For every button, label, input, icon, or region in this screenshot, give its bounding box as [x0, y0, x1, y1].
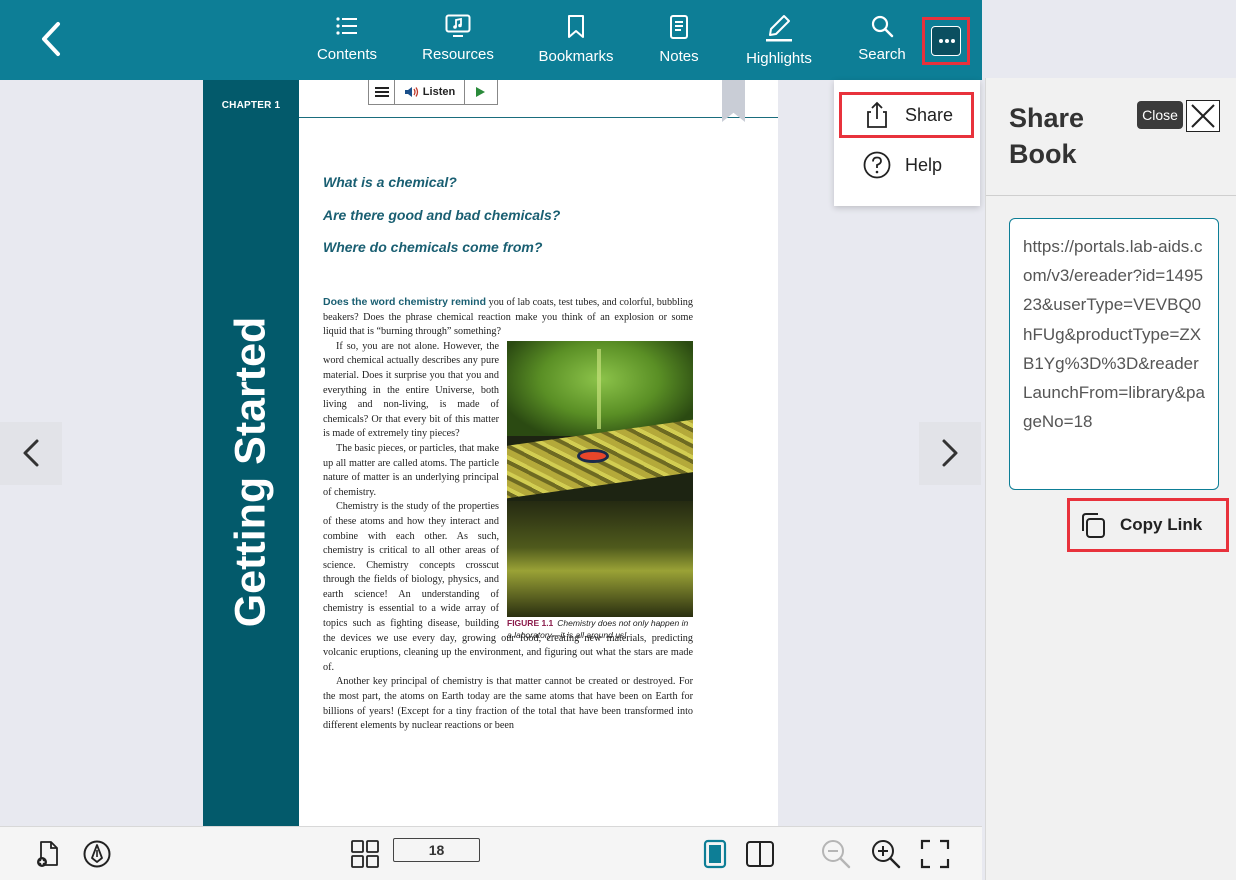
copy-link-highlight: Copy Link: [1067, 498, 1229, 552]
resources-label: Resources: [422, 46, 494, 63]
zoom-out-icon: [822, 840, 851, 869]
chapter-label: CHAPTER 1: [221, 100, 281, 111]
back-button[interactable]: [34, 20, 68, 58]
question-2: Are there good and bad chemicals?: [323, 206, 561, 223]
notes-button[interactable]: Notes: [658, 14, 700, 70]
copy-icon: [1082, 513, 1105, 538]
close-tooltip: Close: [1137, 101, 1183, 129]
speaker-icon: [404, 87, 418, 97]
search-button[interactable]: Search: [856, 14, 908, 70]
fullscreen-button[interactable]: [919, 838, 951, 870]
more-options-menu: Share Help: [834, 80, 980, 206]
grid-icon: [351, 840, 379, 868]
paragraph-1: Does the word chemistry remind you of la…: [323, 296, 693, 338]
copy-link-button[interactable]: Copy Link: [1078, 507, 1220, 543]
guiding-questions: What is a chemical? Are there good and b…: [323, 166, 743, 264]
bookmark-ribbon[interactable]: [722, 80, 745, 122]
bookmarks-button[interactable]: Bookmarks: [536, 14, 616, 70]
single-page-view-button[interactable]: [699, 838, 731, 870]
listen-button[interactable]: Listen: [395, 80, 465, 104]
contents-button[interactable]: Contents: [316, 14, 378, 70]
add-document-icon: [37, 841, 58, 867]
search-icon: [871, 15, 894, 38]
panel-divider: [986, 195, 1236, 196]
zoom-in-icon: [872, 840, 901, 869]
chevron-left-icon: [23, 439, 39, 467]
ellipsis-icon: [939, 39, 943, 43]
chapter-title: Getting Started: [226, 316, 275, 628]
question-1: What is a chemical?: [323, 174, 457, 190]
close-icon: [1191, 104, 1215, 128]
bookmarks-label: Bookmarks: [538, 48, 614, 65]
double-page-view-button[interactable]: [744, 838, 776, 870]
share-icon: [867, 101, 887, 128]
help-icon: [863, 151, 891, 179]
frog-photo: [507, 340, 693, 617]
top-toolbar: Contents Resources Bookmarks Notes Highl…: [0, 0, 982, 80]
more-options-button[interactable]: [931, 26, 961, 56]
highlights-label: Highlights: [746, 50, 812, 67]
book-page: CHAPTER 1 Getting Started Listen What is…: [203, 80, 778, 828]
resources-button[interactable]: Resources: [422, 14, 494, 70]
monitor-music-icon: [445, 14, 471, 37]
more-options-highlight: [922, 17, 970, 65]
share-menu-item[interactable]: Share: [839, 92, 974, 138]
double-page-icon: [746, 841, 774, 867]
share-url-field[interactable]: https://portals.lab-aids.com/v3/ereader?…: [1009, 218, 1219, 490]
paragraph-5: Another key principal of chemistry is th…: [323, 676, 693, 732]
listen-toolbar: Listen: [368, 80, 498, 105]
share-label: Share: [905, 105, 954, 125]
page-number-input[interactable]: 18: [393, 838, 480, 862]
share-book-panel: Share Book Close https://portals.lab-aid…: [985, 78, 1236, 880]
play-button[interactable]: [465, 80, 497, 104]
list-icon: [336, 17, 357, 35]
pencil-highlight-icon: [766, 15, 792, 42]
question-3: Where do chemicals come from?: [323, 239, 543, 255]
search-label: Search: [858, 46, 906, 63]
copy-link-label: Copy Link: [1120, 515, 1203, 534]
body-text: Does the word chemistry remind you of la…: [323, 295, 693, 734]
page-header-rule: [299, 117, 778, 118]
panel-title: Share Book: [1009, 103, 1085, 169]
contents-label: Contents: [316, 46, 378, 63]
bottom-toolbar: 18: [0, 826, 982, 880]
next-page-button[interactable]: [919, 422, 981, 485]
bookmark-icon: [568, 15, 584, 38]
chevron-left-icon: [42, 22, 60, 56]
help-label: Help: [905, 155, 943, 175]
fullscreen-icon: [920, 839, 950, 869]
lead-text: Does the word chemistry remind: [323, 296, 486, 308]
annotate-button[interactable]: [81, 838, 113, 870]
zoom-in-button[interactable]: [870, 838, 902, 870]
chevron-right-icon: [942, 439, 958, 467]
notes-label: Notes: [659, 48, 699, 65]
zoom-out-button[interactable]: [820, 838, 852, 870]
note-icon: [670, 15, 688, 39]
listen-menu-button[interactable]: [369, 80, 395, 104]
help-menu-item[interactable]: Help: [839, 142, 974, 188]
close-button[interactable]: [1186, 100, 1220, 132]
listen-label: Listen: [422, 86, 456, 98]
highlights-button[interactable]: Highlights: [743, 14, 815, 70]
previous-page-button[interactable]: [0, 422, 62, 485]
add-page-note-button[interactable]: [32, 838, 64, 870]
pen-circle-icon: [83, 840, 111, 868]
thumbnails-button[interactable]: [349, 838, 381, 870]
chapter-band: CHAPTER 1 Getting Started: [203, 80, 299, 828]
figure-1-1: FIGURE 1.1 Chemistry does not only happen…: [507, 340, 693, 640]
single-page-icon: [703, 839, 727, 869]
